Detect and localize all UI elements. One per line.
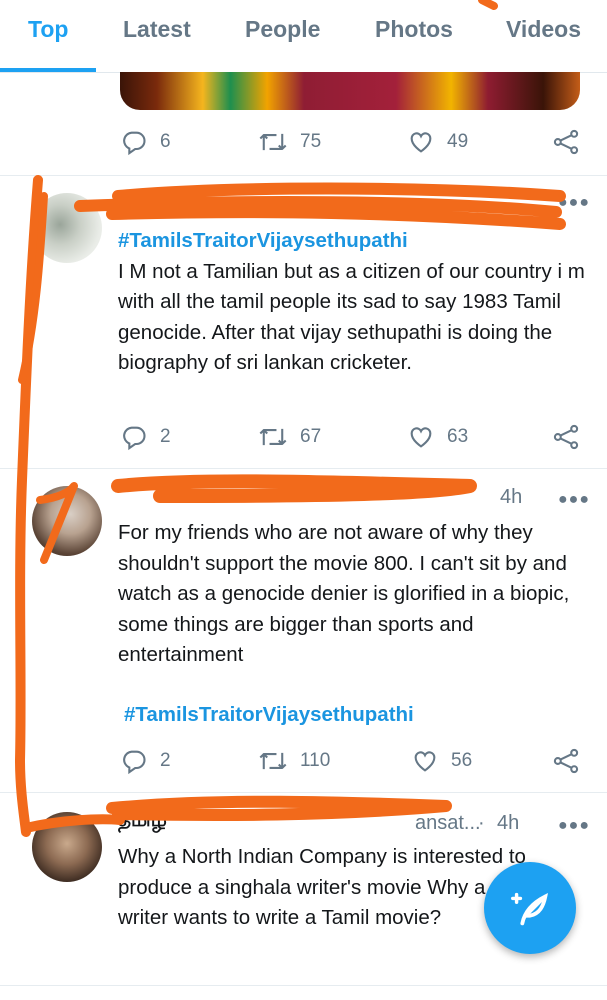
heart-icon [410,427,432,448]
tweet-actions: 6 75 49 [0,122,607,162]
retweet-icon [259,133,287,151]
divider [0,468,607,469]
tweet-media-image[interactable] [120,72,580,110]
like-button[interactable]: 63 [407,417,468,457]
tweet-handle[interactable]: ansat... [415,812,481,835]
share-icon [553,129,579,155]
more-options-icon[interactable]: ●●● [558,194,590,212]
retweet-icon [259,752,287,770]
more-options-icon[interactable]: ●●● [558,817,590,835]
like-count: 63 [447,426,469,447]
like-count: 56 [451,750,473,771]
share-button[interactable] [552,741,580,781]
avatar[interactable] [32,193,102,263]
retweet-button[interactable]: 110 [258,741,330,781]
avatar[interactable] [32,486,102,556]
tweet-hashtag-line: #TamilsTraitorVijaysethupathi [124,700,594,731]
compose-feather-icon [511,892,548,926]
reply-button[interactable]: 6 [120,122,171,162]
divider [0,985,607,986]
tweet-author-name[interactable]: தமிழ [118,809,167,834]
reply-count: 6 [160,131,171,152]
reply-count: 2 [160,426,171,447]
tab-videos[interactable]: Videos [506,16,581,43]
tweet-text: For my friends who are not aware of why … [118,521,570,666]
retweet-icon [259,428,287,446]
share-button[interactable] [552,417,580,457]
tab-people[interactable]: People [245,16,320,43]
divider [0,792,607,793]
hashtag-link[interactable]: #TamilsTraitorVijaysethupathi [118,226,588,257]
reply-count: 2 [160,750,171,771]
retweet-button[interactable]: 67 [258,417,321,457]
share-button[interactable] [552,122,580,162]
active-tab-indicator [0,68,96,72]
retweet-count: 110 [300,750,331,771]
tweet-text: I M not a Tamilian but as a citizen of o… [118,259,585,375]
tab-top[interactable]: Top [28,16,68,43]
like-button[interactable]: 49 [407,122,468,162]
heart-icon [414,751,436,772]
tweet-time-dot: · [478,812,485,834]
tweet-actions: 2 67 63 [0,417,607,457]
tweet-time: 4h [500,486,523,508]
share-icon [553,424,579,450]
compose-tweet-button[interactable] [484,862,576,954]
retweet-count: 67 [300,426,322,447]
tab-latest[interactable]: Latest [123,16,191,43]
retweet-button[interactable]: 75 [258,122,321,162]
search-tabs: Top Latest People Photos Videos [0,0,607,73]
tweet-time: 4h [497,812,520,834]
tab-photos[interactable]: Photos [375,16,453,43]
hashtag-link[interactable]: #TamilsTraitorVijaysethupathi [124,700,594,731]
like-button[interactable]: 56 [411,741,472,781]
avatar[interactable] [32,812,102,882]
reply-button[interactable]: 2 [120,417,171,457]
tweet-body: #TamilsTraitorVijaysethupathi I M not a … [118,226,588,379]
reply-icon [123,426,146,451]
reply-button[interactable]: 2 [120,741,171,781]
more-options-icon[interactable]: ●●● [558,491,590,509]
tweet-body: For my friends who are not aware of why … [118,518,588,671]
reply-icon [123,750,146,775]
tweet-actions: 2 110 56 [0,741,607,781]
like-count: 49 [447,131,469,152]
heart-icon [410,132,432,153]
divider [0,175,607,176]
share-icon [553,748,579,774]
retweet-count: 75 [300,131,322,152]
reply-icon [123,131,146,156]
